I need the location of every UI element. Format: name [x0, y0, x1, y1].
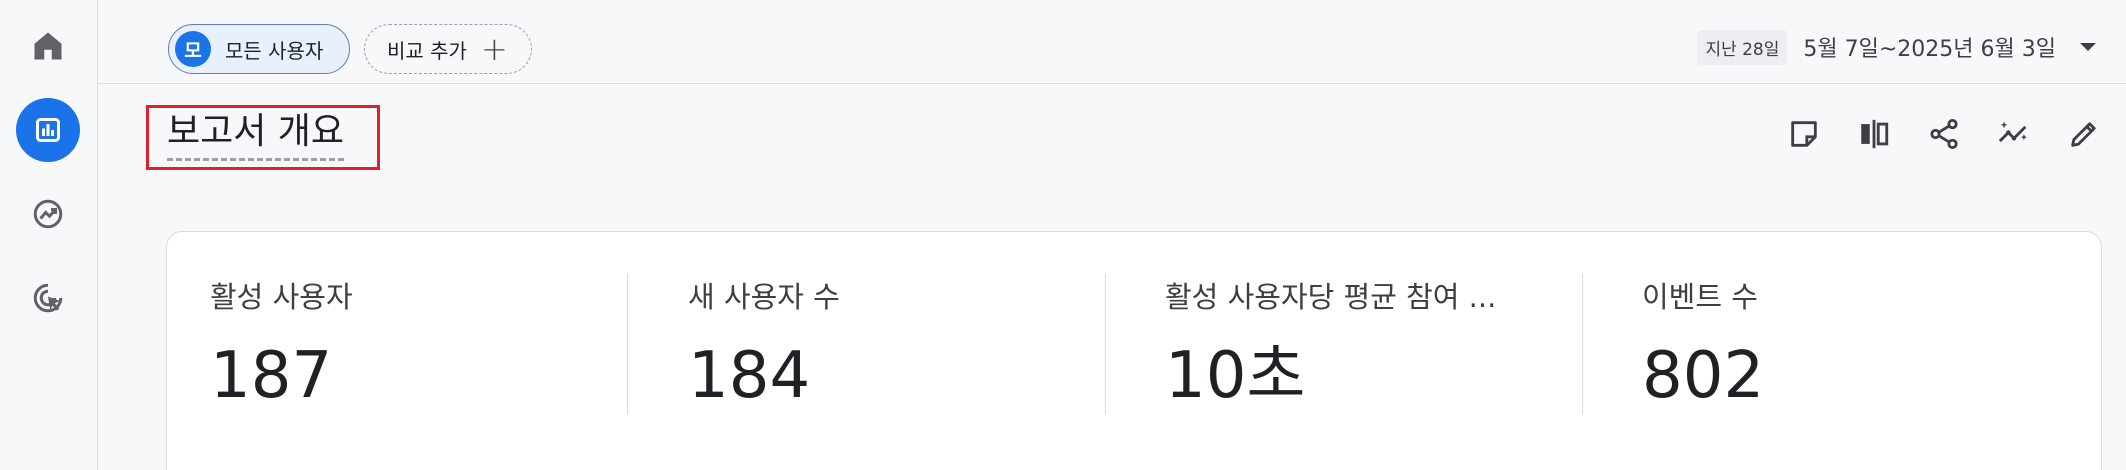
- page-title[interactable]: 보고서 개요: [167, 108, 345, 161]
- metric-label: 활성 사용자: [210, 280, 353, 314]
- metric-label: 활성 사용자당 평균 참여 ...: [1165, 280, 1497, 314]
- metric-new-users[interactable]: 새 사용자 수 184: [645, 232, 1123, 470]
- chevron-down-icon: [2080, 43, 2096, 51]
- metric-divider: [1105, 274, 1106, 414]
- date-range-text: 5월 7일~2025년 6월 3일: [1803, 37, 2056, 62]
- add-comparison-label: 비교 추가: [387, 38, 467, 63]
- report-toolbar: [1756, 112, 2106, 156]
- metric-label: 새 사용자 수: [688, 280, 840, 314]
- left-nav-rail: [0, 0, 98, 470]
- metric-label: 이벤트 수: [1642, 280, 1758, 314]
- segment-avatar: 모: [175, 31, 211, 67]
- note-button[interactable]: [1782, 112, 1826, 156]
- note-icon: [1791, 121, 1817, 147]
- explore-icon: [33, 199, 63, 229]
- nav-home[interactable]: [16, 14, 80, 78]
- metric-value: 10초: [1165, 339, 1306, 413]
- metric-value: 184: [688, 339, 811, 413]
- metric-divider: [1582, 274, 1583, 414]
- date-range-picker[interactable]: 지난 28일 5월 7일~2025년 6월 3일: [1697, 29, 2126, 65]
- target-cursor-icon: [33, 283, 63, 313]
- segment-chip-label: 모든 사용자: [225, 38, 324, 63]
- metric-event-count[interactable]: 이벤트 수 802: [1599, 232, 2077, 470]
- nav-explore[interactable]: [16, 182, 80, 246]
- metric-divider: [627, 274, 628, 414]
- compare-columns-button[interactable]: [1852, 112, 1896, 156]
- metric-value: 802: [1642, 339, 1765, 413]
- metric-active-users[interactable]: 활성 사용자 187: [167, 232, 645, 470]
- home-icon: [34, 32, 62, 60]
- nav-advertising[interactable]: [16, 266, 80, 330]
- metrics-card: 활성 사용자 187 새 사용자 수 184 활성 사용자당 평균 참여 ...…: [166, 231, 2102, 470]
- insights-icon: [1998, 121, 2028, 143]
- segment-chip-all-users[interactable]: 모 모든 사용자: [168, 24, 350, 74]
- bar-chart-icon: [36, 118, 60, 142]
- compare-columns-icon: [1861, 119, 1889, 149]
- metric-value: 187: [210, 339, 333, 413]
- edit-icon: [2071, 122, 2096, 147]
- insights-button[interactable]: [1992, 112, 2036, 156]
- date-period-badge: 지난 28일: [1697, 29, 1788, 65]
- edit-button[interactable]: [2062, 112, 2106, 156]
- top-bar: 모 모든 사용자 비교 추가 + 지난 28일 5월 7일~2025년 6월 3…: [98, 0, 2126, 84]
- share-button[interactable]: [1922, 112, 1966, 156]
- add-comparison-button[interactable]: 비교 추가 +: [364, 24, 532, 74]
- metric-avg-engagement[interactable]: 활성 사용자당 평균 참여 ... 10초: [1122, 232, 1600, 470]
- plus-icon: +: [480, 30, 508, 68]
- nav-reports[interactable]: [16, 98, 80, 162]
- share-icon: [1930, 118, 1958, 150]
